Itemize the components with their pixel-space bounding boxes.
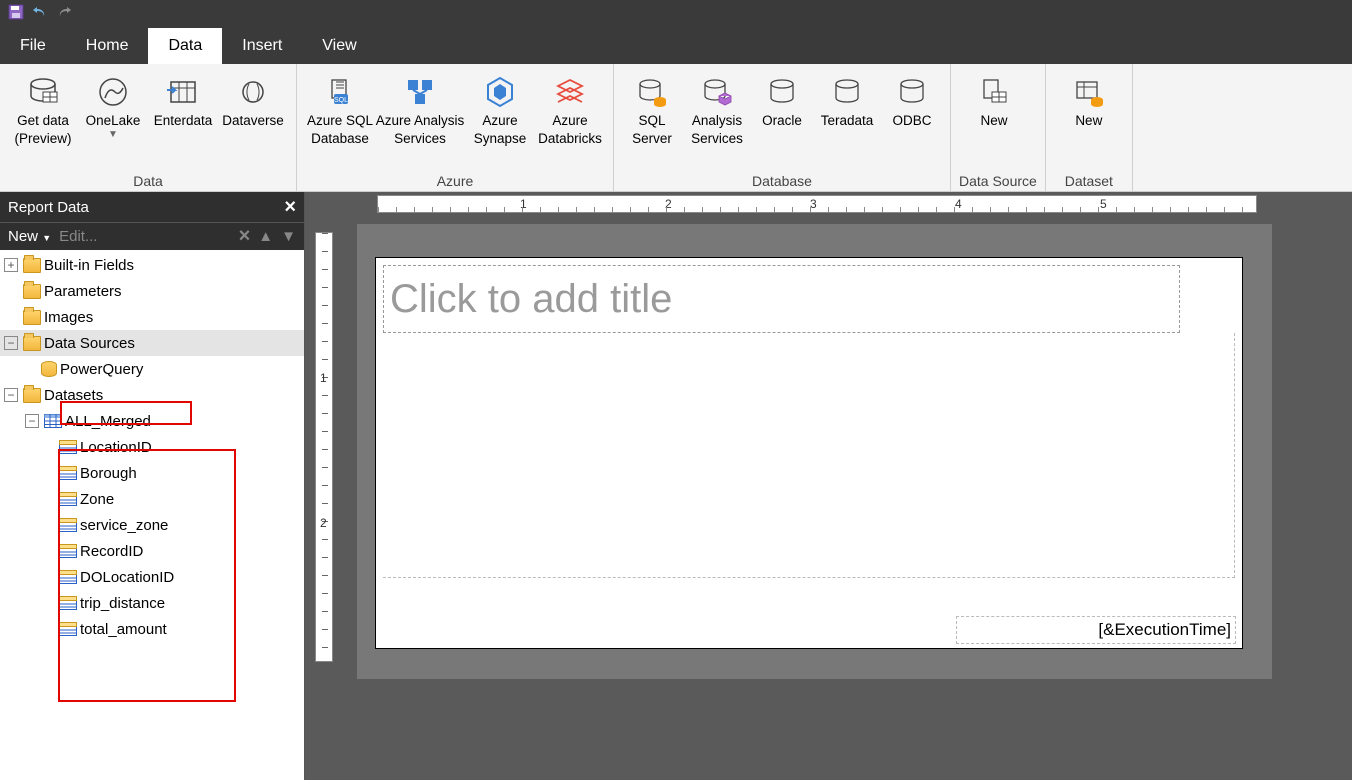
get-data-button[interactable]: Get data (Preview): [8, 68, 78, 147]
undo-icon[interactable]: [32, 4, 48, 25]
analysis-services-button[interactable]: Analysis Services: [682, 68, 752, 147]
tree-datasource-powerquery[interactable]: PowerQuery: [0, 356, 304, 382]
tree-dataset-allmerged[interactable]: − ALL_Merged: [0, 408, 304, 434]
report-data-panel: Report Data × New ▼ Edit... × ▲ ▼ + Buil…: [0, 192, 305, 780]
new-menu[interactable]: New ▼: [8, 228, 51, 245]
report-body[interactable]: [383, 333, 1235, 578]
close-icon[interactable]: ×: [284, 196, 296, 219]
folder-icon: [23, 388, 41, 403]
tree-images[interactable]: Images: [0, 304, 304, 330]
group-label-azure: Azure: [305, 173, 605, 191]
group-label-database: Database: [622, 173, 942, 191]
tree-builtin[interactable]: + Built-in Fields: [0, 252, 304, 278]
folder-icon: [23, 310, 41, 325]
save-icon[interactable]: [8, 4, 24, 25]
ribbon: Get data (Preview) OneLake ▼ Enterdata D…: [0, 64, 1352, 192]
ribbon-tabs: File Home Data Insert View: [0, 28, 1352, 64]
field-icon: [59, 518, 77, 532]
enterdata-button[interactable]: Enterdata: [148, 68, 218, 147]
tab-file[interactable]: File: [0, 28, 66, 64]
edit-menu[interactable]: Edit...: [59, 228, 97, 245]
dataverse-label: Dataverse: [222, 112, 284, 130]
panel-toolbar: New ▼ Edit... × ▲ ▼: [0, 222, 304, 250]
azure-analysis-button[interactable]: Azure Analysis Services: [375, 68, 465, 147]
collapse-icon[interactable]: −: [25, 414, 39, 428]
group-label-data: Data: [8, 173, 288, 191]
tree-datasets[interactable]: − Datasets: [0, 382, 304, 408]
svg-text:SQL: SQL: [334, 97, 348, 104]
field-icon: [59, 466, 77, 480]
new-datasource-button[interactable]: New: [959, 68, 1029, 147]
collapse-icon[interactable]: −: [4, 388, 18, 402]
down-icon[interactable]: ▼: [281, 228, 296, 245]
collapse-icon[interactable]: −: [4, 336, 18, 350]
delete-icon[interactable]: ×: [239, 225, 251, 248]
get-data-label1: Get data: [17, 112, 69, 130]
onelake-button[interactable]: OneLake ▼: [78, 68, 148, 141]
field-icon: [59, 492, 77, 506]
redo-icon[interactable]: [56, 4, 72, 25]
up-icon[interactable]: ▲: [258, 228, 273, 245]
group-label-datasource: Data Source: [959, 173, 1037, 191]
ribbon-group-datasource: New Data Source: [951, 64, 1046, 191]
vertical-ruler: 12: [315, 232, 333, 662]
azure-synapse-button[interactable]: Azure Synapse: [465, 68, 535, 147]
tree-field-borough[interactable]: Borough: [0, 460, 304, 486]
chevron-down-icon: ▼: [108, 128, 118, 141]
folder-icon: [23, 336, 41, 351]
field-icon: [59, 570, 77, 584]
teradata-button[interactable]: Teradata: [812, 68, 882, 147]
tab-data[interactable]: Data: [148, 28, 222, 64]
tree-field-trip_distance[interactable]: trip_distance: [0, 590, 304, 616]
tree-field-total_amount[interactable]: total_amount: [0, 616, 304, 642]
field-icon: [59, 440, 77, 454]
report-title-placeholder[interactable]: Click to add title: [383, 265, 1180, 333]
field-icon: [59, 596, 77, 610]
expand-icon[interactable]: +: [4, 258, 18, 272]
tree-field-service_zone[interactable]: service_zone: [0, 512, 304, 538]
folder-icon: [23, 258, 41, 273]
ribbon-group-azure: SQL Azure SQL Database Azure Analysis Se…: [297, 64, 614, 191]
report-surface[interactable]: Click to add title [&ExecutionTime]: [375, 257, 1243, 649]
dataverse-button[interactable]: Dataverse: [218, 68, 288, 147]
azure-sql-button[interactable]: SQL Azure SQL Database: [305, 68, 375, 147]
horizontal-ruler: 12345: [377, 195, 1257, 213]
quick-access-toolbar: [0, 0, 1352, 28]
ribbon-group-data: Get data (Preview) OneLake ▼ Enterdata D…: [0, 64, 297, 191]
new-dataset-button[interactable]: New: [1054, 68, 1124, 147]
field-icon: [59, 622, 77, 636]
ribbon-group-dataset: New Dataset: [1046, 64, 1133, 191]
table-icon: [44, 414, 62, 428]
tree-datasources[interactable]: − Data Sources: [0, 330, 304, 356]
field-icon: [59, 544, 77, 558]
design-canvas: 12345 12 Click to add title [&ExecutionT…: [305, 192, 1352, 780]
tree-field-dolocationid[interactable]: DOLocationID: [0, 564, 304, 590]
tree-field-locationid[interactable]: LocationID: [0, 434, 304, 460]
get-data-label2: (Preview): [14, 130, 71, 148]
enterdata-label: Enterdata: [154, 112, 213, 130]
tree-parameters[interactable]: Parameters: [0, 278, 304, 304]
odbc-button[interactable]: ODBC: [882, 68, 942, 147]
database-icon: [41, 361, 57, 377]
tab-home[interactable]: Home: [66, 28, 149, 64]
execution-time-field[interactable]: [&ExecutionTime]: [956, 616, 1236, 644]
tab-view[interactable]: View: [302, 28, 376, 64]
ribbon-group-database: SQL Server Analysis Services Oracle Tera…: [614, 64, 951, 191]
group-label-dataset: Dataset: [1054, 173, 1124, 191]
tree: + Built-in Fields Parameters Images − Da…: [0, 250, 304, 780]
tree-field-zone[interactable]: Zone: [0, 486, 304, 512]
oracle-button[interactable]: Oracle: [752, 68, 812, 147]
panel-header: Report Data ×: [0, 192, 304, 222]
tab-insert[interactable]: Insert: [222, 28, 302, 64]
tree-field-recordid[interactable]: RecordID: [0, 538, 304, 564]
azure-databricks-button[interactable]: Azure Databricks: [535, 68, 605, 147]
folder-icon: [23, 284, 41, 299]
sql-server-button[interactable]: SQL Server: [622, 68, 682, 147]
panel-title: Report Data: [8, 199, 89, 216]
